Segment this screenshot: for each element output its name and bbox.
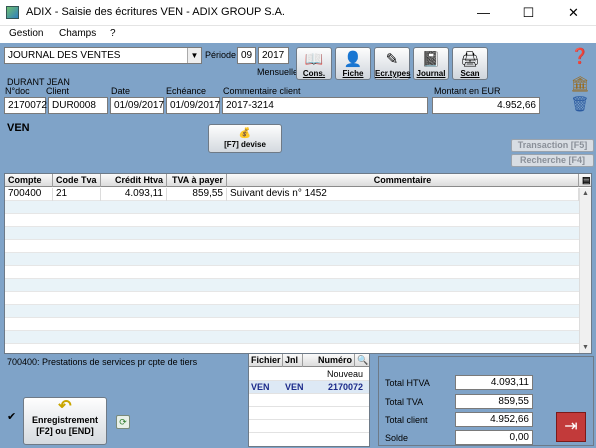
list-item[interactable]	[249, 394, 369, 407]
col-commentaire[interactable]: Commentaire	[227, 174, 579, 187]
solde-label: Solde	[385, 433, 409, 443]
search-icon[interactable]: 🔍	[355, 354, 369, 367]
col-code-tva[interactable]: Code Tva	[53, 174, 101, 187]
montant-label: Montant en EUR	[434, 86, 501, 96]
ndoc-label: N°doc	[5, 86, 30, 96]
refresh-icon[interactable]: ⟳	[116, 415, 130, 429]
mensuelle-label: Mensuelle	[257, 67, 299, 77]
table-row[interactable]	[5, 279, 579, 292]
menu-help[interactable]: ?	[110, 28, 116, 39]
periode-year-field[interactable]: 2017	[258, 47, 289, 64]
col-credit-htva[interactable]: Crédit Htva	[101, 174, 167, 187]
total-client-value: 4.952,66	[455, 412, 533, 427]
journal-icon: 📓	[421, 51, 441, 68]
files-grid[interactable]: Fichier Jnl Numéro 🔍 Nouveau VEN VEN 217…	[248, 353, 370, 447]
journal-select[interactable]: JOURNAL DES VENTES ▼	[4, 47, 202, 64]
col-compte[interactable]: Compte	[5, 174, 53, 187]
list-item[interactable]	[249, 407, 369, 420]
transaction-button[interactable]: Transaction [F5]	[511, 139, 594, 152]
table-row[interactable]	[5, 331, 579, 344]
files-header: Fichier Jnl Numéro 🔍	[249, 354, 369, 367]
book-icon: 📖	[304, 51, 324, 68]
menu-bar: Gestion Champs ?	[0, 26, 596, 43]
table-row[interactable]	[5, 214, 579, 227]
table-row[interactable]	[5, 240, 579, 253]
recherche-button[interactable]: Recherche [F4]	[511, 154, 594, 167]
trash-icon[interactable]: 🗑	[570, 95, 590, 115]
col-jnl[interactable]: Jnl	[283, 354, 303, 367]
date-label: Date	[111, 86, 131, 96]
window-title: ADIX - Saisie des écritures VEN - ADIX G…	[26, 6, 285, 18]
table-row[interactable]	[5, 292, 579, 305]
scroll-up-icon[interactable]: ▲	[580, 188, 591, 199]
menu-gestion[interactable]: Gestion	[9, 28, 43, 39]
building-icon[interactable]: 🏛	[570, 75, 590, 95]
col-numero[interactable]: Numéro	[303, 354, 355, 367]
cons-button[interactable]: 📖 Cons.	[296, 47, 332, 80]
client-field[interactable]: DUR0008	[48, 97, 108, 114]
list-item[interactable]	[249, 420, 369, 433]
exit-door-icon[interactable]: ⇥	[556, 412, 586, 442]
col-tva-payer[interactable]: TVA à payer	[167, 174, 227, 187]
devise-button[interactable]: 💰 [F7] devise	[208, 124, 282, 153]
title-bar: ADIX - Saisie des écritures VEN - ADIX G…	[0, 0, 596, 26]
ndoc-field[interactable]: 2170072	[4, 97, 47, 114]
journal-select-value: JOURNAL DES VENTES	[8, 50, 121, 61]
solde-value: 0,00	[455, 430, 533, 445]
ecr-types-button[interactable]: ✎ Ecr.types	[374, 47, 411, 80]
periode-month-field[interactable]: 09	[237, 47, 256, 64]
fiche-button[interactable]: 👤 Fiche	[335, 47, 371, 80]
grid-scrollbar[interactable]: ▲ ▼	[579, 188, 591, 353]
date-field[interactable]: 01/09/2017	[110, 97, 164, 114]
client-label: Client	[46, 86, 70, 96]
montant-field[interactable]: 4.952,66	[432, 97, 540, 114]
app-icon	[6, 6, 19, 19]
commentaire-label: Commentaire client	[223, 86, 301, 96]
pen-icon: ✎	[385, 51, 399, 68]
table-row[interactable]	[5, 227, 579, 240]
help-icon[interactable]: ❓	[570, 47, 590, 67]
table-row[interactable]	[5, 266, 579, 279]
table-row[interactable]	[5, 318, 579, 331]
col-fichier[interactable]: Fichier	[249, 354, 283, 367]
checkmark-icon: ✔	[7, 411, 17, 423]
table-row[interactable]	[5, 305, 579, 318]
grid-header: Compte Code Tva Crédit Htva TVA à payer …	[5, 174, 591, 187]
total-htva-value: 4.093,11	[455, 375, 533, 390]
column-settings-icon[interactable]: ▤	[579, 174, 591, 187]
list-item[interactable]: VEN VEN 2170072	[249, 381, 369, 394]
account-description: 700400: Prestations de services pr cpte …	[7, 357, 198, 367]
scroll-down-icon[interactable]: ▼	[580, 342, 591, 353]
list-item[interactable]: Nouveau	[249, 368, 369, 381]
user-icon: 👤	[343, 51, 363, 68]
total-tva-label: Total TVA	[385, 397, 424, 407]
commentaire-field[interactable]: 2017-3214	[222, 97, 428, 114]
menu-champs[interactable]: Champs	[59, 28, 96, 39]
currency-icon: 💰	[238, 128, 252, 139]
echeance-label: Echéance	[166, 86, 207, 96]
periode-label: Période	[205, 50, 237, 60]
scan-button[interactable]: 🖨 Scan	[452, 47, 488, 80]
echeance-field[interactable]: 01/09/2017	[166, 97, 220, 114]
entries-grid[interactable]: Compte Code Tva Crédit Htva TVA à payer …	[4, 173, 592, 354]
table-row[interactable]	[5, 201, 579, 214]
undo-arrow-icon: ↶	[58, 398, 72, 415]
total-htva-label: Total HTVA	[385, 378, 430, 388]
total-client-label: Total client	[385, 415, 428, 425]
journal-code-label: VEN	[7, 122, 30, 134]
table-row[interactable]: 700400 21 4.093,11 859,55 Suivant devis …	[5, 188, 579, 201]
chevron-down-icon[interactable]: ▼	[187, 48, 201, 63]
close-button[interactable]: ✕	[551, 0, 596, 26]
save-button[interactable]: ↶ Enregistrement [F2] ou [END]	[23, 397, 107, 445]
minimize-button[interactable]: —	[461, 0, 506, 26]
total-tva-value: 859,55	[455, 394, 533, 409]
table-row[interactable]	[5, 253, 579, 266]
journal-button[interactable]: 📓 Journal	[413, 47, 449, 80]
scanner-icon: 🖨	[460, 51, 480, 68]
maximize-button[interactable]: ☐	[506, 0, 551, 26]
